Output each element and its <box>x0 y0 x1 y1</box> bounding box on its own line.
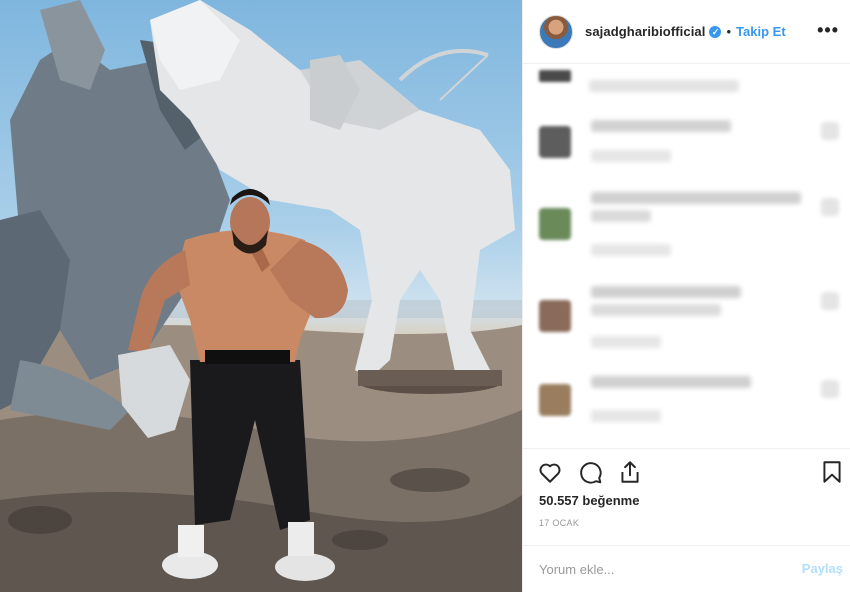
avatar <box>539 300 571 332</box>
comments-list <box>523 64 850 444</box>
avatar <box>539 126 571 158</box>
heart-outline-icon[interactable] <box>821 380 839 398</box>
heart-outline-icon[interactable] <box>821 292 839 310</box>
avatar <box>539 208 571 240</box>
share-upload-icon[interactable] <box>617 459 643 485</box>
post-photo[interactable] <box>0 0 522 592</box>
post-header: sajadgharibiofficial ✓ • Takip Et ••• <box>523 0 850 64</box>
comment-bubble-icon[interactable] <box>577 459 603 485</box>
header-separator: • <box>726 24 732 39</box>
post-comment-button[interactable]: Paylaş <box>802 561 843 576</box>
avatar <box>539 384 571 416</box>
avatar <box>539 70 571 82</box>
action-bar <box>523 448 850 494</box>
heart-outline-icon[interactable] <box>537 459 563 485</box>
verified-badge-icon: ✓ <box>709 25 722 38</box>
follow-button[interactable]: Takip Et <box>736 24 786 39</box>
like-count[interactable]: 50.557 beğenme <box>539 493 639 508</box>
post-side-panel: sajadgharibiofficial ✓ • Takip Et ••• 50… <box>522 0 850 592</box>
post-date[interactable]: 17 OCAK <box>539 518 579 528</box>
bookmark-icon[interactable] <box>819 459 845 485</box>
photo-scene <box>0 0 522 592</box>
heart-outline-icon[interactable] <box>821 122 839 140</box>
username-link[interactable]: sajadgharibiofficial <box>585 24 705 39</box>
comment-input[interactable] <box>539 558 779 580</box>
more-horizontal-icon[interactable]: ••• <box>817 20 839 40</box>
heart-outline-icon[interactable] <box>821 198 839 216</box>
add-comment-section: Paylaş <box>523 545 850 592</box>
avatar[interactable] <box>539 14 573 49</box>
